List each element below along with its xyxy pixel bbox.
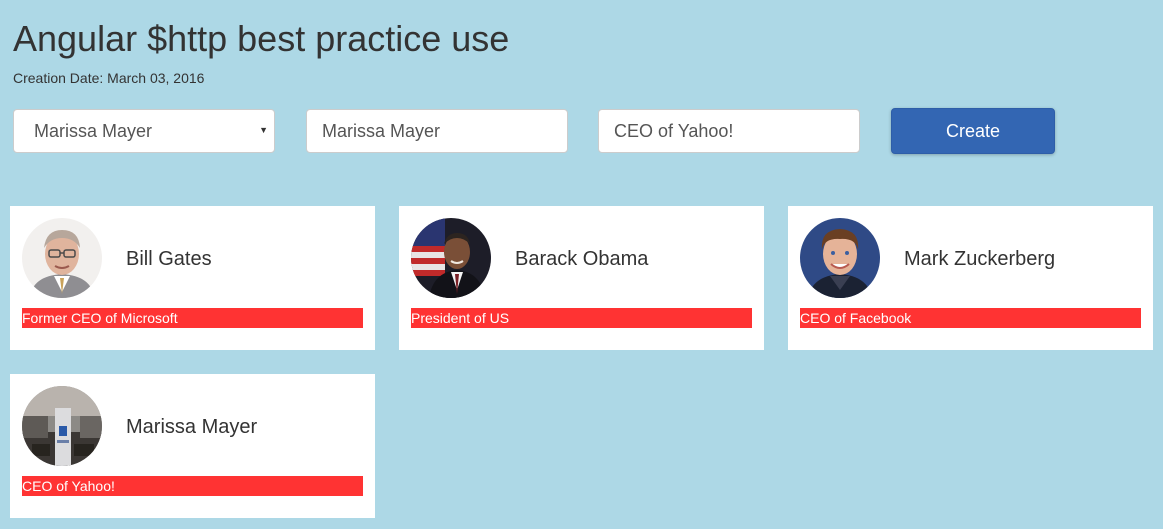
- avatar: [411, 218, 491, 298]
- avatar: [22, 218, 102, 298]
- person-card: Bill Gates Former CEO of Microsoft: [10, 206, 375, 350]
- avatar: [800, 218, 880, 298]
- page-title: Angular $http best practice use: [13, 18, 510, 59]
- person-name: Barack Obama: [515, 248, 649, 270]
- person-title-bar: President of US: [411, 308, 752, 328]
- create-button[interactable]: Create: [891, 108, 1055, 154]
- person-title-bar: CEO of Yahoo!: [22, 476, 363, 496]
- person-name: Marissa Mayer: [126, 416, 258, 438]
- person-name: Bill Gates: [126, 248, 212, 270]
- name-input[interactable]: [306, 109, 568, 153]
- caret-down-icon: ▼: [259, 125, 268, 135]
- person-card: Marissa Mayer CEO of Yahoo!: [10, 374, 375, 518]
- title-input[interactable]: [598, 109, 860, 153]
- person-select-value: Marissa Mayer: [34, 120, 153, 141]
- person-title-bar: CEO of Facebook: [800, 308, 1141, 328]
- person-select[interactable]: Marissa Mayer ▼: [13, 109, 275, 153]
- creation-date: Creation Date: March 03, 2016: [13, 70, 205, 86]
- avatar: [22, 386, 102, 466]
- person-card: Barack Obama President of US: [399, 206, 764, 350]
- person-card: Mark Zuckerberg CEO of Facebook: [788, 206, 1153, 350]
- person-title-bar: Former CEO of Microsoft: [22, 308, 363, 328]
- person-name: Mark Zuckerberg: [904, 248, 1056, 270]
